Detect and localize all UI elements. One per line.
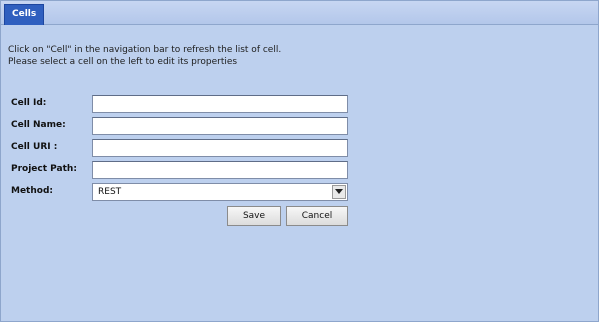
tab-cells[interactable]: Cells bbox=[4, 4, 45, 25]
form-actions: Save Cancel bbox=[11, 206, 351, 226]
cell-name-row: Cell Name: bbox=[11, 117, 351, 137]
save-button[interactable]: Save bbox=[227, 206, 281, 226]
instruction-line-2: Please select a cell on the left to edit… bbox=[8, 57, 238, 67]
project-path-input[interactable] bbox=[92, 161, 348, 179]
cell-id-input[interactable] bbox=[92, 95, 348, 113]
project-path-row: Project Path: bbox=[11, 161, 351, 181]
cell-url-input[interactable] bbox=[92, 139, 348, 157]
cell-id-label: Cell Id: bbox=[11, 98, 47, 108]
cell-url-row: Cell URI : bbox=[11, 139, 351, 159]
instruction-line-1: Click on "Cell" in the navigation bar to… bbox=[8, 45, 282, 55]
cell-name-input[interactable] bbox=[92, 117, 348, 135]
chevron-down-icon bbox=[335, 189, 343, 194]
cell-url-label: Cell URI : bbox=[11, 142, 58, 152]
cell-id-row: Cell Id: bbox=[11, 95, 351, 115]
method-row: Method: REST bbox=[11, 183, 351, 203]
cancel-button[interactable]: Cancel bbox=[286, 206, 348, 226]
cell-name-label: Cell Name: bbox=[11, 120, 66, 130]
method-select[interactable]: REST bbox=[92, 183, 348, 201]
method-dropdown-button[interactable] bbox=[332, 185, 346, 199]
instructions: Click on "Cell" in the navigation bar to… bbox=[8, 44, 281, 68]
project-path-label: Project Path: bbox=[11, 164, 77, 174]
cells-panel: Cells Click on "Cell" in the navigation … bbox=[0, 0, 599, 322]
method-selected-value: REST bbox=[98, 187, 122, 197]
tab-strip: Cells bbox=[1, 1, 598, 25]
method-label: Method: bbox=[11, 186, 53, 196]
